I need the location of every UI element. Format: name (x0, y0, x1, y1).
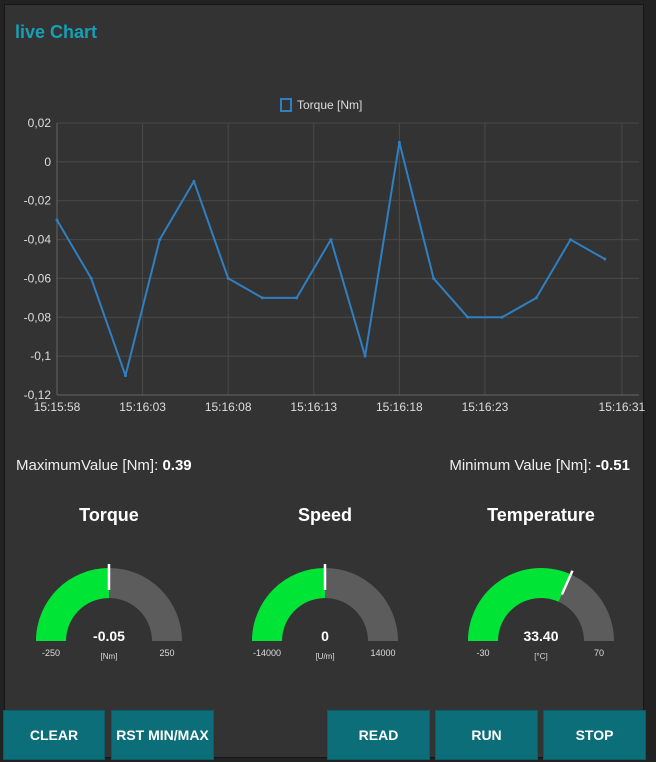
legend-label: Torque [Nm] (297, 98, 362, 112)
line-chart: 0,020-0,02-0,04-0,06-0,08-0,1-0,1215:15:… (24, 98, 646, 414)
x-tick-label: 15:16:23 (462, 400, 509, 414)
gauge-value: 0 (321, 628, 329, 644)
x-tick-label: 15:16:08 (205, 400, 252, 414)
maximum-value-readout: MaximumValue [Nm]: 0.39 (16, 457, 192, 474)
x-tick-label: 15:15:58 (34, 400, 81, 414)
maximum-value-label: MaximumValue [Nm]: (16, 457, 159, 474)
gauge-value: 33.40 (523, 628, 558, 644)
x-tick-label: 15:16:18 (376, 400, 423, 414)
data-point (363, 354, 367, 358)
data-point (295, 296, 299, 300)
gauge-max-label: 70 (594, 648, 604, 658)
gauges: -0.05 [Nm] -250 250 0 [U/m] -14000 14000 33.40 [°… (36, 563, 614, 661)
data-point (603, 257, 607, 261)
gauge-unit: [Nm] (101, 652, 118, 661)
minimum-value-label: Minimum Value [Nm]: (449, 457, 592, 474)
gauge-value: -0.05 (93, 628, 125, 644)
temperature-gauge-title: Temperature (487, 505, 595, 525)
y-tick-label: 0 (44, 155, 51, 169)
gauge-unit: [°C] (534, 652, 547, 661)
run-button[interactable]: RUN (435, 710, 538, 760)
data-point (329, 238, 333, 242)
data-point (466, 315, 470, 319)
gauge-min-label: -14000 (253, 648, 281, 658)
data-point (55, 218, 59, 222)
torque-gauge-title: Torque (79, 505, 139, 525)
x-tick-label: 15:16:31 (599, 400, 646, 414)
gauge-min-label: -250 (42, 648, 60, 658)
data-point (89, 276, 93, 280)
minimum-value: -0.51 (595, 457, 630, 474)
data-point (534, 296, 538, 300)
x-tick-label: 15:16:13 (290, 400, 337, 414)
data-point (158, 238, 162, 242)
maximum-value: 0.39 (162, 457, 192, 474)
data-point (397, 140, 401, 144)
y-tick-label: -0,02 (24, 194, 52, 208)
data-point (123, 374, 127, 378)
data-point (500, 315, 504, 319)
data-point (569, 238, 573, 242)
dashboard-panel: live Chart 0,02 0 -0,02 -0,04 -0,06 -0,08 -0,1… (3, 4, 646, 760)
gauge-unit: [U/m] (315, 652, 334, 661)
speed-gauge-title: Speed (297, 505, 353, 525)
clear-button[interactable]: CLEAR (3, 710, 105, 760)
y-tick-label: -0,06 (24, 271, 52, 285)
torque-series-line (56, 141, 606, 377)
read-button[interactable]: READ (327, 710, 430, 760)
y-tick-label: 0,02 (28, 116, 52, 130)
gauge-max-label: 14000 (370, 648, 395, 658)
data-point (192, 179, 196, 183)
data-point (226, 276, 230, 280)
legend-swatch (280, 98, 292, 112)
y-tick-label: -0,04 (24, 233, 52, 247)
gauge-min-label: -30 (476, 648, 489, 658)
stop-button[interactable]: STOP (543, 710, 646, 760)
data-point (432, 276, 436, 280)
minimum-value-readout: Minimum Value [Nm]: -0.51 (449, 457, 630, 474)
gauge-max-label: 250 (159, 648, 174, 658)
x-tick-label: 15:16:03 (119, 400, 166, 414)
data-point (260, 296, 264, 300)
panel-title: live Chart (15, 22, 98, 42)
gauge-fill (252, 568, 325, 641)
y-tick-label: -0,08 (24, 310, 52, 324)
reset-min-max-button[interactable]: RST MIN/MAX (111, 710, 214, 760)
y-tick-label: -0,1 (30, 349, 51, 363)
